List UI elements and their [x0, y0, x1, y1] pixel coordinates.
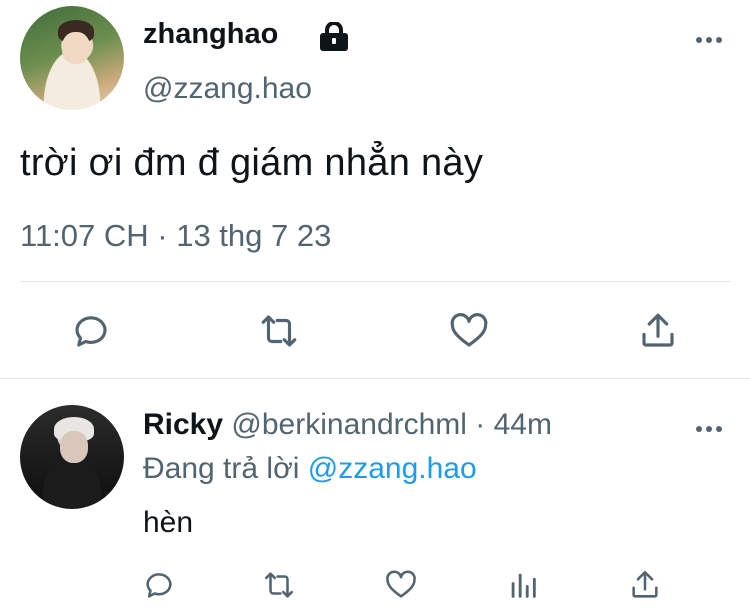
lock-icon [320, 22, 348, 51]
reply-age: · 44m [475, 408, 552, 441]
reply-text: hèn [143, 506, 194, 539]
reply-author-avatar[interactable] [20, 405, 124, 509]
tweet-text: trời ơi đm đ giám nhẳn này [20, 142, 484, 184]
more-options-icon[interactable] [695, 35, 723, 45]
retweet-icon[interactable] [258, 310, 300, 352]
divider [0, 378, 750, 379]
like-icon[interactable] [384, 568, 418, 602]
analytics-icon[interactable] [506, 568, 540, 602]
retweet-icon[interactable] [262, 568, 296, 602]
author-handle[interactable]: @zzang.hao [143, 72, 312, 106]
replying-prefix: Đang trả lời [143, 452, 300, 485]
tweet-timestamp[interactable]: 11:07 CH · 13 thg 7 23 [20, 218, 331, 254]
share-icon[interactable] [637, 310, 679, 352]
author-avatar[interactable] [20, 6, 124, 110]
share-icon[interactable] [628, 568, 662, 602]
author-name[interactable]: zhanghao [143, 18, 278, 51]
replying-to-line: Đang trả lời @zzang.hao [143, 452, 477, 486]
reply-icon[interactable] [142, 568, 176, 602]
reply-header: Ricky @berkinandrchml · 44m [143, 408, 552, 442]
reply-author-name[interactable]: Ricky [143, 408, 223, 441]
divider [20, 281, 730, 282]
avatar-face [60, 431, 88, 463]
like-icon[interactable] [448, 310, 490, 352]
avatar-face [62, 32, 90, 64]
more-options-icon[interactable] [695, 424, 723, 434]
replying-to-link[interactable]: @zzang.hao [308, 452, 477, 485]
reply-icon[interactable] [70, 310, 112, 352]
reply-author-handle[interactable]: @berkinandrchml [231, 408, 467, 441]
